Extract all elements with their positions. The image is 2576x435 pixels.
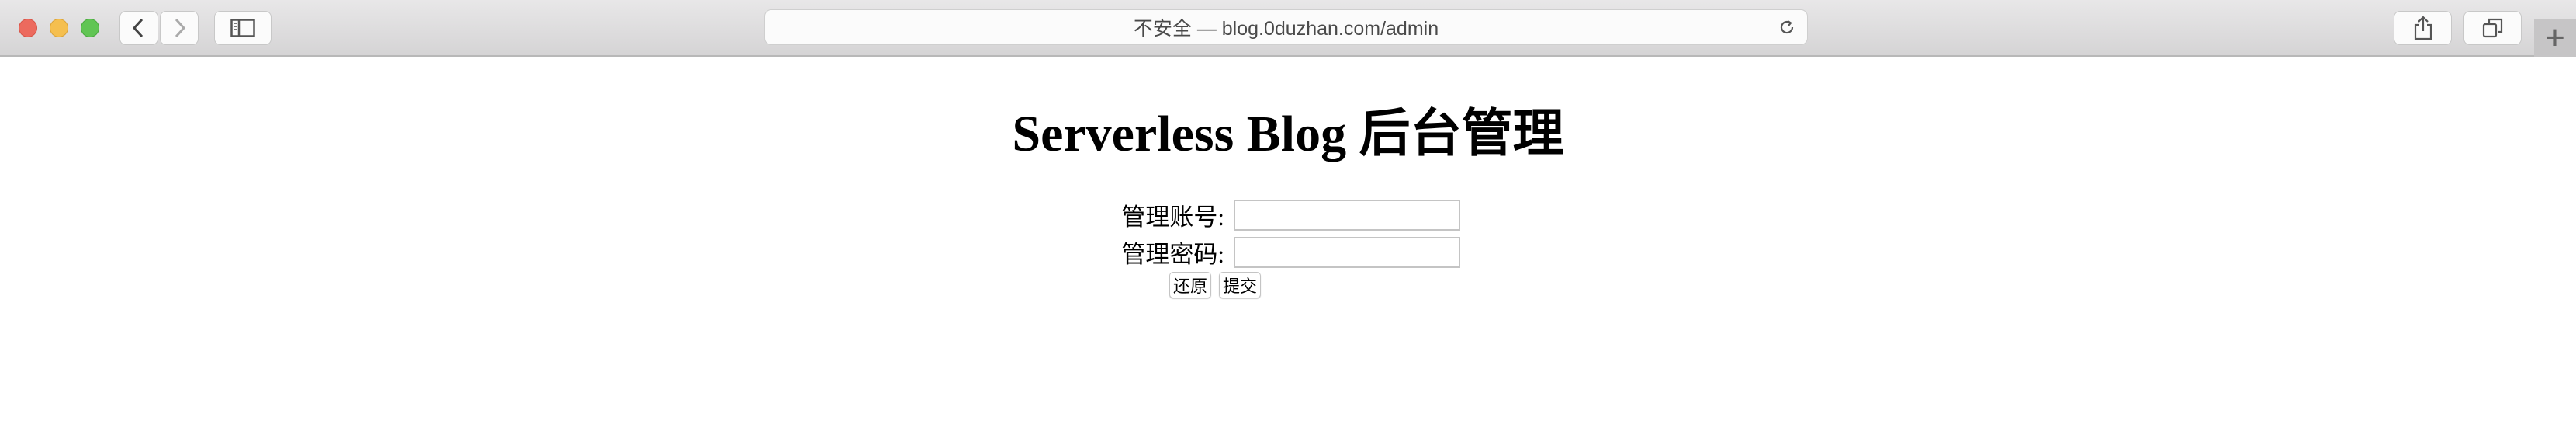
reload-icon[interactable] — [1778, 18, 1796, 37]
share-icon — [2414, 16, 2432, 40]
page-title: Serverless Blog 后台管理 — [1012, 106, 1564, 162]
maximize-window-button[interactable] — [81, 19, 99, 37]
password-input[interactable] — [1234, 236, 1460, 268]
url-text: 不安全 — blog.0duzhan.com/admin — [1133, 18, 1439, 40]
new-tab-button[interactable]: + — [2534, 19, 2576, 57]
tabs-overview-button[interactable] — [2463, 11, 2522, 45]
chevron-right-icon — [175, 18, 186, 38]
chevron-left-icon — [132, 18, 144, 38]
tabs-icon — [2482, 18, 2502, 38]
password-row: 管理密码: — [1102, 235, 1460, 270]
plus-icon: + — [2545, 18, 2565, 57]
submit-button[interactable]: 提交 — [1219, 272, 1261, 298]
reset-button[interactable]: 还原 — [1169, 272, 1211, 298]
close-window-button[interactable] — [19, 19, 37, 37]
browser-toolbar: 不安全 — blog.0duzhan.com/admin + — [0, 0, 2576, 57]
forward-button[interactable] — [160, 11, 199, 45]
username-label: 管理账号: — [1121, 204, 1224, 231]
password-label: 管理密码: — [1121, 241, 1224, 268]
username-row: 管理账号: — [1102, 197, 1460, 232]
minimize-window-button[interactable] — [50, 19, 68, 37]
username-input[interactable] — [1234, 199, 1460, 231]
back-button[interactable] — [119, 11, 158, 45]
address-bar[interactable]: 不安全 — blog.0duzhan.com/admin — [764, 9, 1808, 45]
sidebar-button[interactable] — [214, 11, 272, 45]
share-button[interactable] — [2394, 11, 2452, 45]
sidebar-icon — [230, 19, 255, 37]
